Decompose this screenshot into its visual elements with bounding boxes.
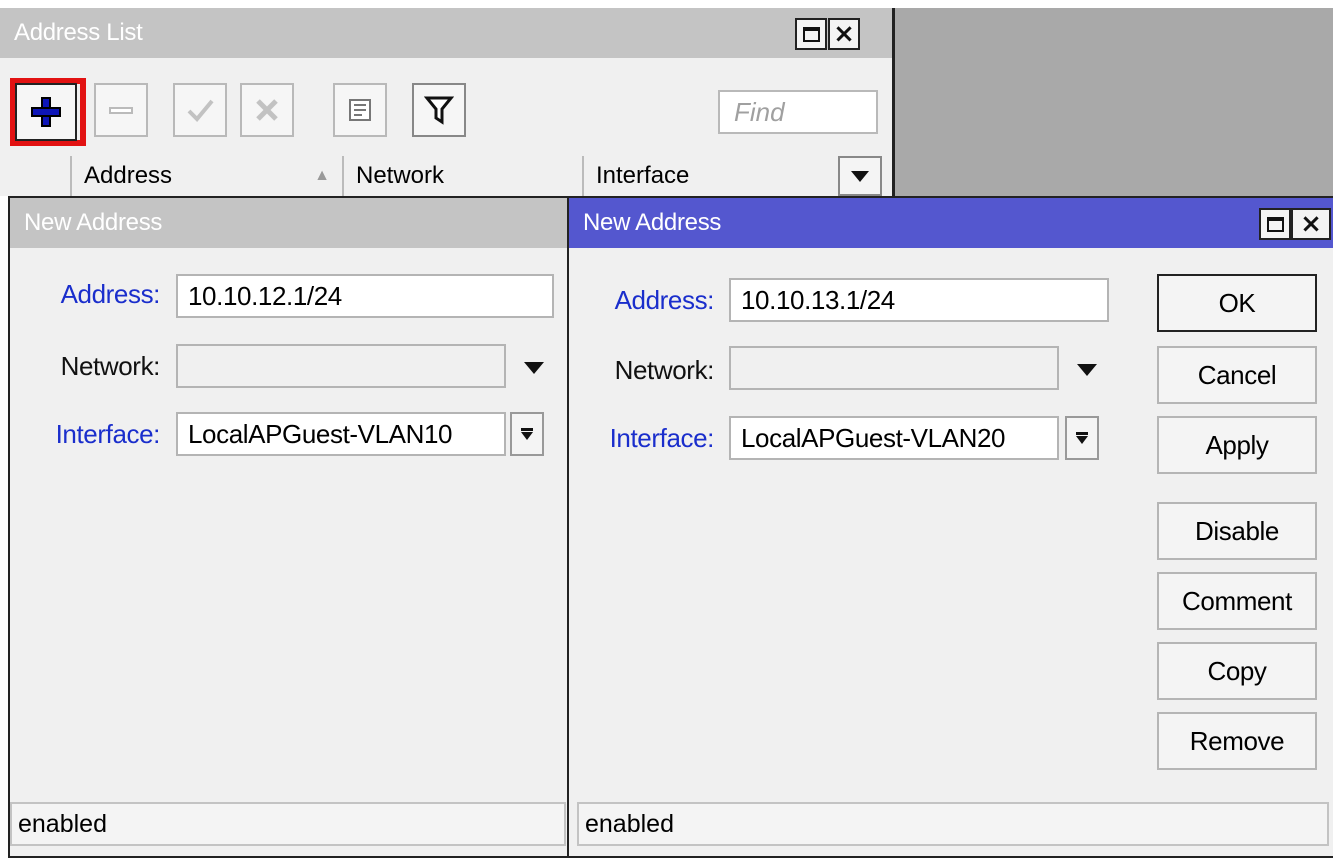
copy-button[interactable]: Copy: [1157, 642, 1317, 700]
network-dropdown-icon[interactable]: [1077, 364, 1097, 376]
address-input[interactable]: 10.10.12.1/24: [176, 274, 554, 318]
remove-button[interactable]: Remove: [1157, 712, 1317, 770]
interface-input[interactable]: LocalAPGuest-VLAN20: [729, 416, 1059, 460]
column-address-label: Address: [84, 162, 173, 189]
add-button[interactable]: [15, 83, 77, 141]
interface-dropdown-button[interactable]: [510, 412, 544, 456]
dialog-title[interactable]: New Address: [569, 198, 1333, 248]
filter-button[interactable]: [412, 83, 466, 137]
cross-icon: [256, 99, 278, 121]
ok-button[interactable]: OK: [1157, 274, 1317, 332]
dialog-title[interactable]: New Address: [10, 198, 568, 248]
network-label: Network:: [614, 355, 715, 385]
maximize-button[interactable]: [1259, 208, 1291, 240]
plus-icon: [31, 97, 61, 127]
column-menu-button[interactable]: [838, 156, 882, 196]
comment-button[interactable]: Comment: [1157, 572, 1317, 630]
column-interface-label: Interface: [596, 162, 690, 189]
maximize-icon: [1266, 216, 1284, 232]
column-header-address[interactable]: Address ▲: [70, 156, 342, 196]
maximize-button[interactable]: [795, 18, 827, 50]
chevron-down-icon: [521, 432, 533, 440]
interface-label: Interface:: [609, 423, 715, 453]
chevron-down-icon: [1076, 436, 1088, 444]
close-button[interactable]: ×: [828, 18, 860, 50]
address-label: Address:: [60, 279, 161, 309]
sort-arrow-icon: ▲: [314, 167, 330, 184]
check-icon: [187, 99, 214, 122]
minus-icon: [109, 107, 133, 114]
cancel-button[interactable]: Cancel: [1157, 346, 1317, 404]
interface-label: Interface:: [55, 419, 161, 449]
address-list-title[interactable]: Address List: [0, 8, 892, 58]
column-network-label: Network: [356, 162, 445, 189]
column-header-interface[interactable]: Interface: [582, 156, 832, 196]
enable-button[interactable]: [173, 83, 227, 137]
disable-button[interactable]: [240, 83, 294, 137]
interface-dropdown-button[interactable]: [1065, 416, 1099, 460]
funnel-icon: [424, 96, 454, 125]
maximize-icon: [802, 26, 820, 42]
new-address-dialog-active: New Address × Address: 10.10.13.1/24 Net…: [567, 196, 1333, 858]
comment-button[interactable]: [333, 83, 387, 137]
new-address-dialog-inactive: New Address Address: 10.10.12.1/24 Netwo…: [8, 196, 570, 858]
dropdown-bar-icon: [521, 428, 533, 431]
find-input[interactable]: Find: [718, 90, 878, 134]
close-icon: ×: [833, 19, 855, 49]
status-bar: enabled: [10, 802, 566, 846]
close-icon: ×: [1300, 209, 1322, 239]
note-icon: [349, 99, 371, 121]
chevron-down-icon: [851, 170, 869, 182]
network-input[interactable]: [176, 344, 506, 388]
remove-button[interactable]: [94, 83, 148, 137]
network-dropdown-icon[interactable]: [524, 362, 544, 374]
column-header-network[interactable]: Network: [342, 156, 582, 196]
address-list-window: Address List × Find Address ▲ Network In…: [0, 8, 895, 196]
interface-input[interactable]: LocalAPGuest-VLAN10: [176, 412, 506, 456]
network-label: Network:: [60, 351, 161, 381]
status-bar: enabled: [577, 802, 1329, 846]
address-input[interactable]: 10.10.13.1/24: [729, 278, 1109, 322]
apply-button[interactable]: Apply: [1157, 416, 1317, 474]
close-button[interactable]: ×: [1291, 208, 1331, 240]
disable-button[interactable]: Disable: [1157, 502, 1317, 560]
address-label: Address:: [614, 285, 715, 315]
network-input[interactable]: [729, 346, 1059, 390]
dropdown-bar-icon: [1076, 432, 1088, 435]
desktop-background: [895, 8, 1333, 196]
